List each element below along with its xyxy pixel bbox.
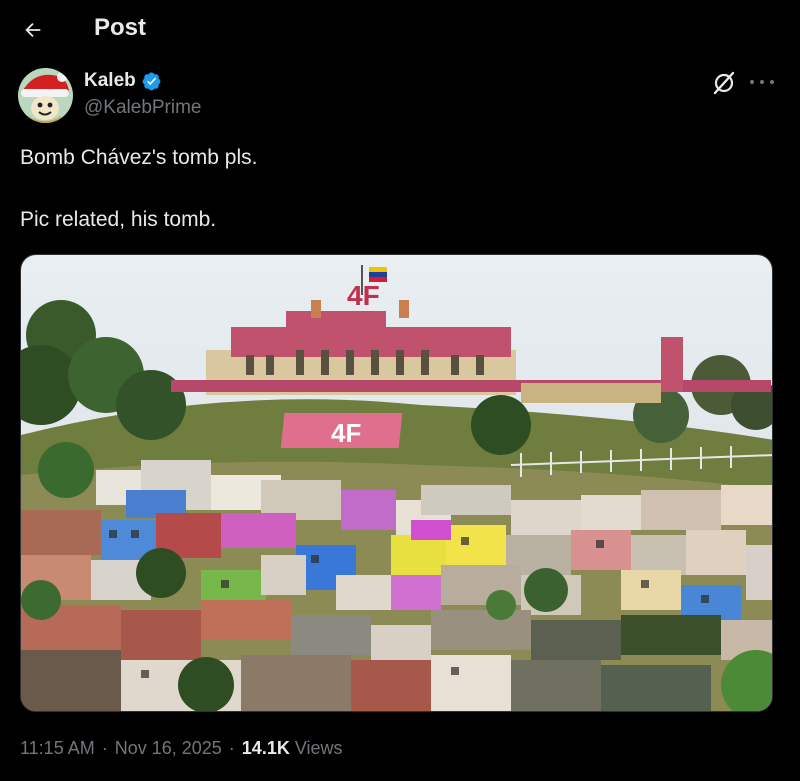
avatar[interactable] xyxy=(18,68,73,123)
media-sign-top: 4F xyxy=(347,280,380,311)
author-name-row: Kaleb xyxy=(84,70,162,92)
post-date[interactable]: Nov 16, 2025 xyxy=(115,738,222,759)
views-count: 14.1K xyxy=(241,738,290,758)
post-text-line: Bomb Chávez's tomb pls. xyxy=(20,146,258,169)
more-dot xyxy=(760,80,764,84)
grok-icon xyxy=(713,71,735,95)
views-label: Views xyxy=(294,738,343,758)
back-button[interactable] xyxy=(17,14,49,46)
tomb-hillside-photo: 4F 4F xyxy=(21,255,772,711)
verified-badge-icon xyxy=(142,72,161,90)
separator-dot: · xyxy=(101,738,108,758)
author-name[interactable]: Kaleb xyxy=(84,70,136,92)
more-dot xyxy=(750,80,754,84)
post-image[interactable]: 4F 4F xyxy=(20,254,773,712)
top-bar: Post xyxy=(0,0,800,58)
arrow-left-icon xyxy=(25,22,41,38)
more-options-button[interactable] xyxy=(750,70,774,94)
media-sign-hill: 4F xyxy=(331,418,361,448)
page-title: Post xyxy=(94,14,147,41)
post-time[interactable]: 11:15 AM xyxy=(20,738,95,759)
post-text-line: Pic related, his tomb. xyxy=(20,208,217,231)
more-dot xyxy=(770,80,774,84)
grok-button[interactable] xyxy=(711,70,737,96)
author-handle[interactable]: @KalebPrime xyxy=(84,97,202,119)
post-meta: 11:15 AM · Nov 16, 2025 · 14.1K Views xyxy=(20,738,343,759)
separator-dot: · xyxy=(228,738,235,758)
